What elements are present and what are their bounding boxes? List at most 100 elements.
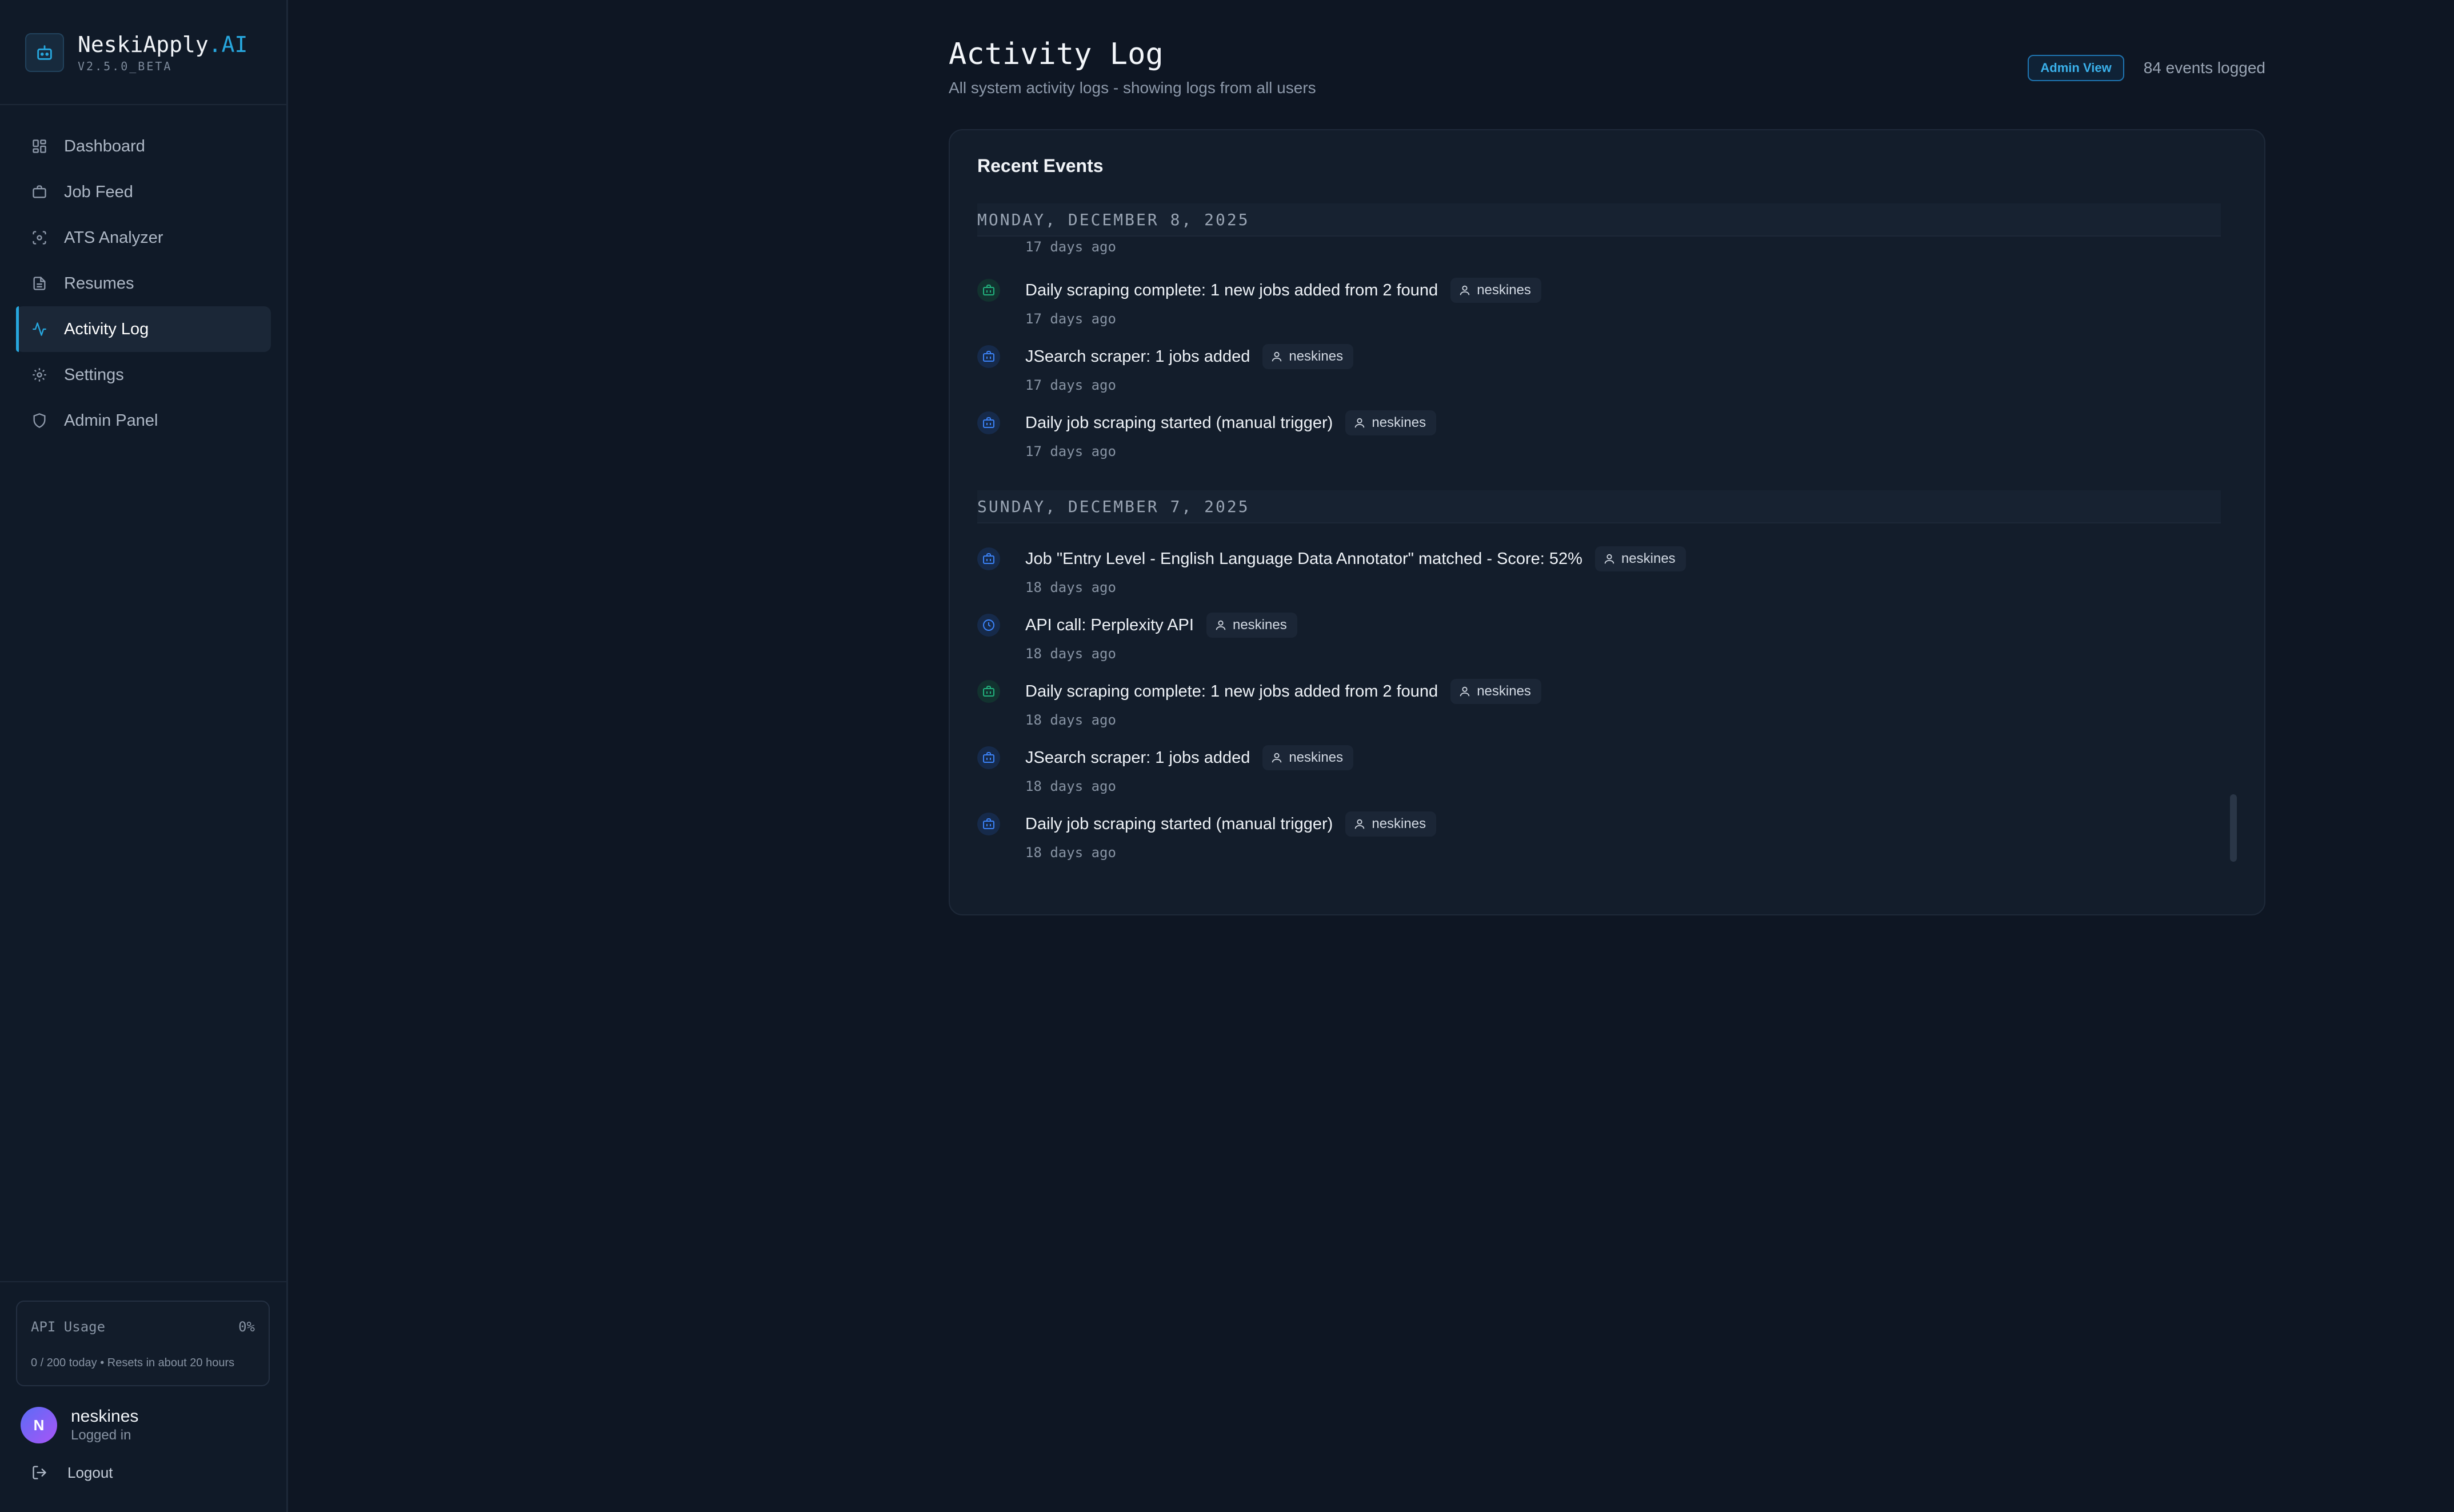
sidebar-item-label: ATS Analyzer [64, 228, 163, 247]
list-item[interactable]: API call: Perplexity API neskines 18 day… [977, 606, 2221, 663]
robot-logo-icon [25, 33, 64, 72]
brand[interactable]: NeskiApply.AI V2.5.0_BETA [25, 32, 247, 73]
sidebar-item-label: Dashboard [64, 137, 145, 155]
recent-events-card: Recent Events MONDAY, DECEMBER 8, 2025 1… [949, 129, 2265, 915]
list-item[interactable]: Daily scraping complete: 1 new jobs adde… [977, 672, 2221, 729]
event-title: Daily scraping complete: 1 new jobs adde… [1025, 682, 1438, 701]
date-header: MONDAY, DECEMBER 8, 2025 [977, 203, 2221, 237]
briefcase-icon [977, 746, 1000, 769]
briefcase-icon [977, 345, 1000, 368]
events-count: 84 events logged [2143, 59, 2265, 77]
event-time: 18 days ago [1025, 712, 1116, 728]
user-chip-label: neskines [1289, 750, 1344, 765]
sidebar: NeskiApply.AI V2.5.0_BETA Dashboard Job … [0, 0, 288, 1512]
date-header: SUNDAY, DECEMBER 7, 2025 [977, 490, 2221, 523]
sidebar-item-dashboard[interactable]: Dashboard [16, 123, 271, 169]
user-chip: neskines [1345, 811, 1437, 837]
events-scroll-area[interactable]: MONDAY, DECEMBER 8, 2025 17 days ago Dai… [977, 203, 2221, 889]
user-name: neskines [71, 1407, 139, 1426]
api-usage-detail: 0 / 200 today • Resets in about 20 hours [31, 1357, 235, 1369]
brand-name: NeskiApply.AI [78, 32, 248, 57]
user-chip-label: neskines [1372, 415, 1426, 430]
sidebar-item-label: Job Feed [64, 182, 133, 201]
page-header: Activity Log All system activity logs - … [949, 34, 2265, 97]
logout-icon [30, 1463, 49, 1482]
briefcase-icon [977, 279, 1000, 302]
user-icon [1458, 284, 1471, 297]
user-profile[interactable]: N neskines Logged in [21, 1407, 138, 1443]
user-icon [1353, 818, 1366, 830]
admin-view-badge: Admin View [2028, 55, 2124, 81]
document-icon [30, 274, 49, 293]
user-chip-label: neskines [1477, 282, 1531, 298]
dashboard-icon [30, 137, 49, 156]
shield-icon [30, 411, 49, 430]
event-time: 18 days ago [1025, 646, 1116, 662]
user-icon [1458, 685, 1471, 698]
list-item[interactable]: JSearch scraper: 1 jobs added neskines 1… [977, 738, 2221, 795]
user-chip-label: neskines [1477, 683, 1531, 699]
list-item[interactable]: Job "Entry Level - English Language Data… [977, 539, 2221, 597]
user-chip-label: neskines [1372, 816, 1426, 831]
logout-button[interactable]: Logout [30, 1463, 113, 1482]
user-chip: neskines [1206, 613, 1297, 638]
page-subtitle: All system activity logs - showing logs … [949, 79, 1316, 97]
user-icon [1603, 553, 1616, 565]
user-icon [1353, 417, 1366, 429]
gear-icon [30, 365, 49, 385]
list-item[interactable]: JSearch scraper: 1 jobs added neskines 1… [977, 337, 2221, 394]
user-icon [1270, 751, 1283, 764]
user-chip: neskines [1450, 278, 1541, 303]
sidebar-nav: Dashboard Job Feed ATS Analyzer Resumes … [16, 123, 271, 443]
user-chip: neskines [1262, 745, 1354, 770]
sidebar-item-label: Activity Log [64, 319, 149, 338]
divider [0, 1281, 288, 1282]
avatar: N [21, 1407, 57, 1443]
user-status: Logged in [71, 1427, 131, 1443]
event-time: 17 days ago [1025, 239, 1116, 255]
list-item[interactable]: Daily job scraping started (manual trigg… [977, 403, 2221, 461]
user-chip-label: neskines [1232, 617, 1287, 633]
event-title: JSearch scraper: 1 jobs added [1025, 748, 1250, 767]
sidebar-item-label: Resumes [64, 274, 134, 293]
event-time: 18 days ago [1025, 579, 1116, 595]
sidebar-item-label: Settings [64, 365, 124, 384]
sidebar-item-activity-log[interactable]: Activity Log [16, 306, 271, 352]
sidebar-item-ats-analyzer[interactable]: ATS Analyzer [16, 215, 271, 261]
event-title: Daily scraping complete: 1 new jobs adde… [1025, 281, 1438, 299]
sidebar-item-label: Admin Panel [64, 411, 158, 430]
list-item[interactable]: Daily job scraping started (manual trigg… [977, 805, 2221, 862]
event-time: 18 days ago [1025, 778, 1116, 794]
event-time: 17 days ago [1025, 311, 1116, 327]
divider [0, 104, 288, 105]
card-title: Recent Events [977, 155, 1104, 176]
scan-icon [30, 228, 49, 247]
sidebar-item-settings[interactable]: Settings [16, 352, 271, 398]
user-chip-label: neskines [1621, 551, 1676, 566]
logout-label: Logout [67, 1463, 113, 1481]
api-usage-panel: API Usage 0% 0 / 200 today • Resets in a… [16, 1301, 270, 1386]
briefcase-icon [977, 547, 1000, 570]
briefcase-icon [977, 411, 1000, 434]
event-title: Daily job scraping started (manual trigg… [1025, 413, 1333, 432]
user-icon [1270, 350, 1283, 363]
event-title: Daily job scraping started (manual trigg… [1025, 814, 1333, 833]
user-chip: neskines [1594, 546, 1686, 571]
activity-icon [30, 319, 49, 339]
user-chip: neskines [1450, 679, 1541, 704]
brand-version: V2.5.0_BETA [78, 59, 173, 73]
event-time: 17 days ago [1025, 443, 1116, 459]
api-usage-percent: 0% [238, 1319, 255, 1335]
sidebar-item-resumes[interactable]: Resumes [16, 261, 271, 306]
sidebar-item-admin-panel[interactable]: Admin Panel [16, 398, 271, 443]
user-icon [1214, 619, 1227, 631]
list-item[interactable]: Daily scraping complete: 1 new jobs adde… [977, 271, 2221, 328]
event-time: 17 days ago [1025, 377, 1116, 393]
briefcase-icon [977, 813, 1000, 835]
sidebar-item-job-feed[interactable]: Job Feed [16, 169, 271, 215]
briefcase-icon [977, 680, 1000, 703]
event-title: Job "Entry Level - English Language Data… [1025, 549, 1582, 568]
clock-icon [977, 614, 1000, 637]
event-time: 18 days ago [1025, 845, 1116, 861]
scrollbar[interactable] [2230, 794, 2237, 862]
